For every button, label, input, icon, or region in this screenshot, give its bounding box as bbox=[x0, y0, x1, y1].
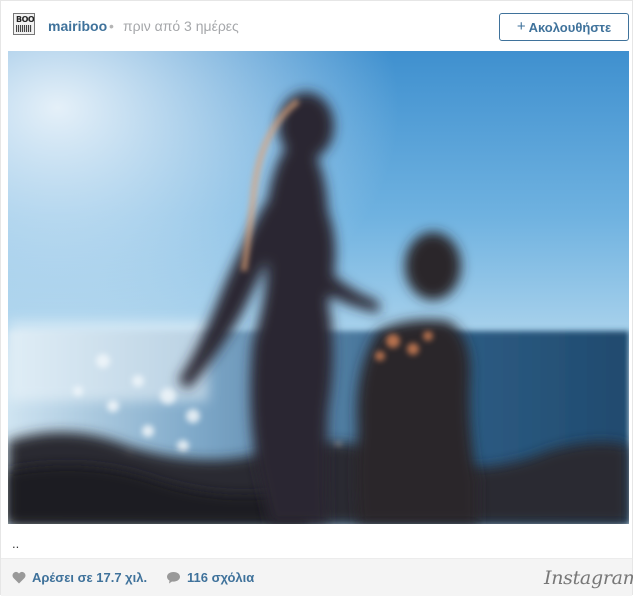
post-caption: .. bbox=[12, 536, 20, 551]
photo-image bbox=[8, 51, 629, 524]
likes-count: Αρέσει σε 17.7 χιλ. bbox=[32, 570, 148, 585]
post-timestamp[interactable]: πριν από 3 ημέρες bbox=[123, 18, 239, 34]
comment-bubble-icon bbox=[167, 572, 180, 584]
likes-button[interactable]: Αρέσει σε 17.7 χιλ. bbox=[12, 570, 147, 585]
post-footer: Αρέσει σε 17.7 χιλ. 116 σχόλια Instagram bbox=[1, 558, 633, 596]
avatar[interactable]: BOO bbox=[13, 13, 35, 35]
username-link[interactable]: mairiboo bbox=[48, 18, 107, 34]
avatar-text: BOO bbox=[16, 15, 35, 24]
post-header: BOO mairiboo • πριν από 3 ημέρες + Ακολο… bbox=[1, 1, 632, 49]
plus-icon: + bbox=[516, 18, 526, 35]
separator-dot: • bbox=[109, 18, 114, 34]
post-photo[interactable] bbox=[8, 51, 629, 524]
instagram-post-card: BOO mairiboo • πριν από 3 ημέρες + Ακολο… bbox=[0, 0, 633, 596]
heart-icon bbox=[12, 571, 26, 584]
comments-button[interactable]: 116 σχόλια bbox=[166, 570, 254, 585]
follow-button[interactable]: + Ακολουθήστε bbox=[499, 13, 629, 41]
avatar-pattern bbox=[16, 25, 32, 32]
follow-button-label: Ακολουθήστε bbox=[528, 19, 612, 35]
instagram-logo[interactable]: Instagram bbox=[544, 567, 633, 589]
comments-count: 116 σχόλια bbox=[187, 570, 255, 585]
